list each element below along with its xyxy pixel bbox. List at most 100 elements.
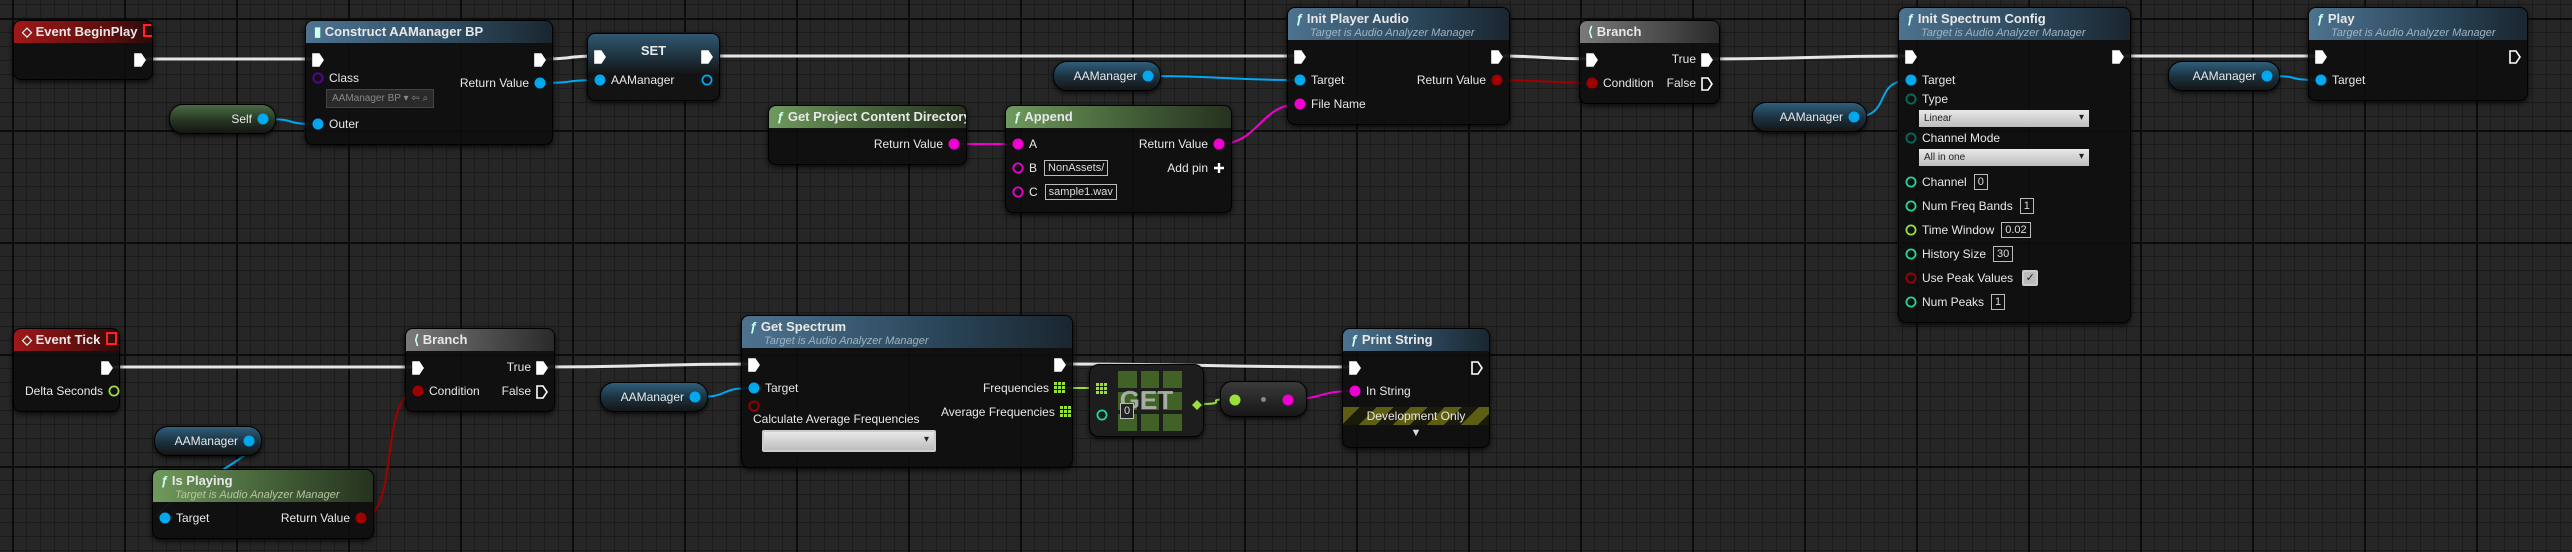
node-is-playing[interactable]: ƒ Is Playing Target is Audio Analyzer Man…: [152, 469, 374, 539]
node-construct[interactable]: ▮ Construct AAManager BP Class AAManager B…: [305, 20, 553, 145]
node-init-spectrum-config[interactable]: ƒ Init Spectrum Config Target is Audio An…: [1898, 7, 2131, 323]
bool-pin[interactable]: [748, 400, 760, 412]
exec-pin[interactable]: [412, 361, 424, 375]
node-append[interactable]: ƒ Append A Return Value B NonAssets/Add pin C…: [1005, 105, 1232, 213]
exec-pin[interactable]: [1294, 50, 1306, 64]
variable-aamanager-5[interactable]: AAManager: [600, 382, 708, 412]
expand-arrow-icon[interactable]: ▼: [1343, 427, 1489, 439]
object-pin[interactable]: [2315, 74, 2327, 86]
bool-pin[interactable]: [1905, 272, 1917, 284]
checkbox[interactable]: ✓: [2022, 270, 2039, 286]
bool-pin[interactable]: [1491, 74, 1503, 86]
object-wire[interactable]: [1147, 75, 1301, 81]
object-pin[interactable]: [689, 391, 701, 403]
string-pin[interactable]: [1294, 98, 1306, 110]
dropdown-value[interactable]: All in one: [1919, 149, 2089, 166]
object-pin[interactable]: [257, 113, 269, 125]
bool-pin[interactable]: [1586, 77, 1598, 89]
object-pin[interactable]: [159, 512, 171, 524]
delegate-pin-icon[interactable]: [143, 24, 152, 37]
node-print-string[interactable]: ƒ Print String In String Development Only ▼: [1342, 328, 1490, 448]
node-set[interactable]: SET AAManager: [587, 33, 720, 101]
variable-self[interactable]: Self: [169, 104, 276, 134]
int-pin[interactable]: [1905, 176, 1917, 188]
int-pin[interactable]: [1905, 248, 1917, 260]
value-input[interactable]: 0.02: [2001, 222, 2031, 238]
object-pin[interactable]: [1294, 74, 1306, 86]
checkbox[interactable]: [762, 430, 936, 452]
variable-aamanager-4[interactable]: AAManager: [154, 426, 262, 456]
object-pin[interactable]: [1905, 74, 1917, 86]
exec-pin[interactable]: [101, 361, 113, 375]
variable-aamanager-1[interactable]: AAManager: [1053, 61, 1161, 91]
array-pin[interactable]: [1059, 406, 1072, 418]
exec-wire[interactable]: [1706, 54, 1912, 61]
exec-pin[interactable]: [1701, 77, 1713, 91]
string-pin[interactable]: [948, 138, 960, 150]
exec-pin[interactable]: [2315, 50, 2327, 64]
node-branch-top[interactable]: ⟨ Branch True Condition False: [1579, 20, 1720, 104]
variable-aamanager-3[interactable]: AAManager: [2168, 61, 2280, 91]
node-get-project-content-directory[interactable]: ƒ Get Project Content Directory Return Va…: [768, 105, 967, 165]
array-pin[interactable]: [1054, 382, 1066, 394]
add-pin-icon[interactable]: [1213, 162, 1225, 174]
exec-pin[interactable]: [1349, 361, 1361, 375]
variable-aamanager-2[interactable]: AAManager: [1752, 102, 1867, 132]
string-pin[interactable]: [1349, 385, 1361, 397]
node-play[interactable]: ƒ Play Target is Audio Analyzer Manager Ta…: [2308, 7, 2528, 101]
delegate-pin-icon[interactable]: [106, 332, 118, 345]
object-pin[interactable]: [1848, 111, 1860, 123]
node-event-begin-play[interactable]: ◇ Event BeginPlay: [13, 20, 153, 80]
exec-pin[interactable]: [134, 53, 146, 67]
int-pin[interactable]: [1905, 296, 1917, 308]
exec-pin[interactable]: [1701, 53, 1713, 67]
array-get-node[interactable]: GET 0: [1089, 364, 1204, 437]
float-pin[interactable]: [1229, 393, 1241, 406]
object-pin[interactable]: [312, 118, 324, 130]
int-pin[interactable]: [1905, 200, 1917, 212]
exec-pin[interactable]: [1471, 361, 1483, 375]
node-branch-bottom[interactable]: ⟨ Branch True Condition False: [405, 328, 555, 412]
dropdown-value[interactable]: AAManager BP ▾ ⇦ ⌕: [326, 89, 435, 108]
byte-pin[interactable]: [1905, 132, 1917, 144]
node-init-player-audio[interactable]: ƒ Init Player Audio Target is Audio Analy…: [1287, 7, 1510, 125]
node-event-tick[interactable]: ◇ Event Tick Delta Seconds: [13, 328, 120, 412]
exec-pin[interactable]: [536, 385, 548, 399]
bool-pin[interactable]: [412, 385, 424, 397]
exec-pin[interactable]: [1586, 53, 1598, 67]
object-pin[interactable]: [2261, 70, 2273, 82]
exec-wire[interactable]: [541, 362, 755, 369]
bool-pin[interactable]: [355, 512, 367, 524]
dropdown[interactable]: Linear: [1919, 110, 2124, 127]
exec-pin[interactable]: [2509, 50, 2521, 64]
exec-pin[interactable]: [2112, 50, 2124, 64]
byte-pin[interactable]: [1905, 93, 1917, 105]
exec-pin[interactable]: [1905, 50, 1917, 64]
array-pin[interactable]: [1096, 382, 1108, 394]
int-pin[interactable]: [1096, 408, 1108, 421]
exec-pin[interactable]: [1054, 358, 1066, 372]
value-input[interactable]: 1: [2019, 198, 2034, 214]
object-pin[interactable]: [534, 77, 546, 89]
object-pin[interactable]: [594, 74, 606, 86]
value-input[interactable]: sample1.wav: [1044, 184, 1117, 200]
dropdown-value[interactable]: Linear: [1919, 110, 2089, 127]
exec-pin[interactable]: [748, 358, 760, 372]
exec-pin[interactable]: [534, 53, 546, 67]
float-pin[interactable]: [1191, 398, 1203, 410]
string-pin[interactable]: [1012, 186, 1024, 198]
dropdown[interactable]: AAManager BP ▾ ⇦ ⌕: [326, 89, 455, 108]
exec-wire[interactable]: [1496, 54, 1593, 61]
object-pin[interactable]: [1142, 70, 1154, 82]
bool-wire[interactable]: [1496, 79, 1593, 84]
string-pin[interactable]: [1213, 138, 1225, 150]
value-input[interactable]: NonAssets/: [1044, 160, 1109, 176]
string-pin[interactable]: [1282, 393, 1294, 406]
string-pin[interactable]: [1012, 162, 1024, 174]
string-pin[interactable]: [1012, 138, 1024, 150]
value-input[interactable]: 30: [1993, 246, 2014, 262]
node-get-spectrum[interactable]: ƒ Get Spectrum Target is Audio Analyzer M…: [741, 315, 1073, 468]
to-string-conversion-node[interactable]: [1220, 381, 1307, 417]
object-pin[interactable]: [748, 382, 760, 394]
value-input[interactable]: 0: [1973, 174, 1988, 190]
